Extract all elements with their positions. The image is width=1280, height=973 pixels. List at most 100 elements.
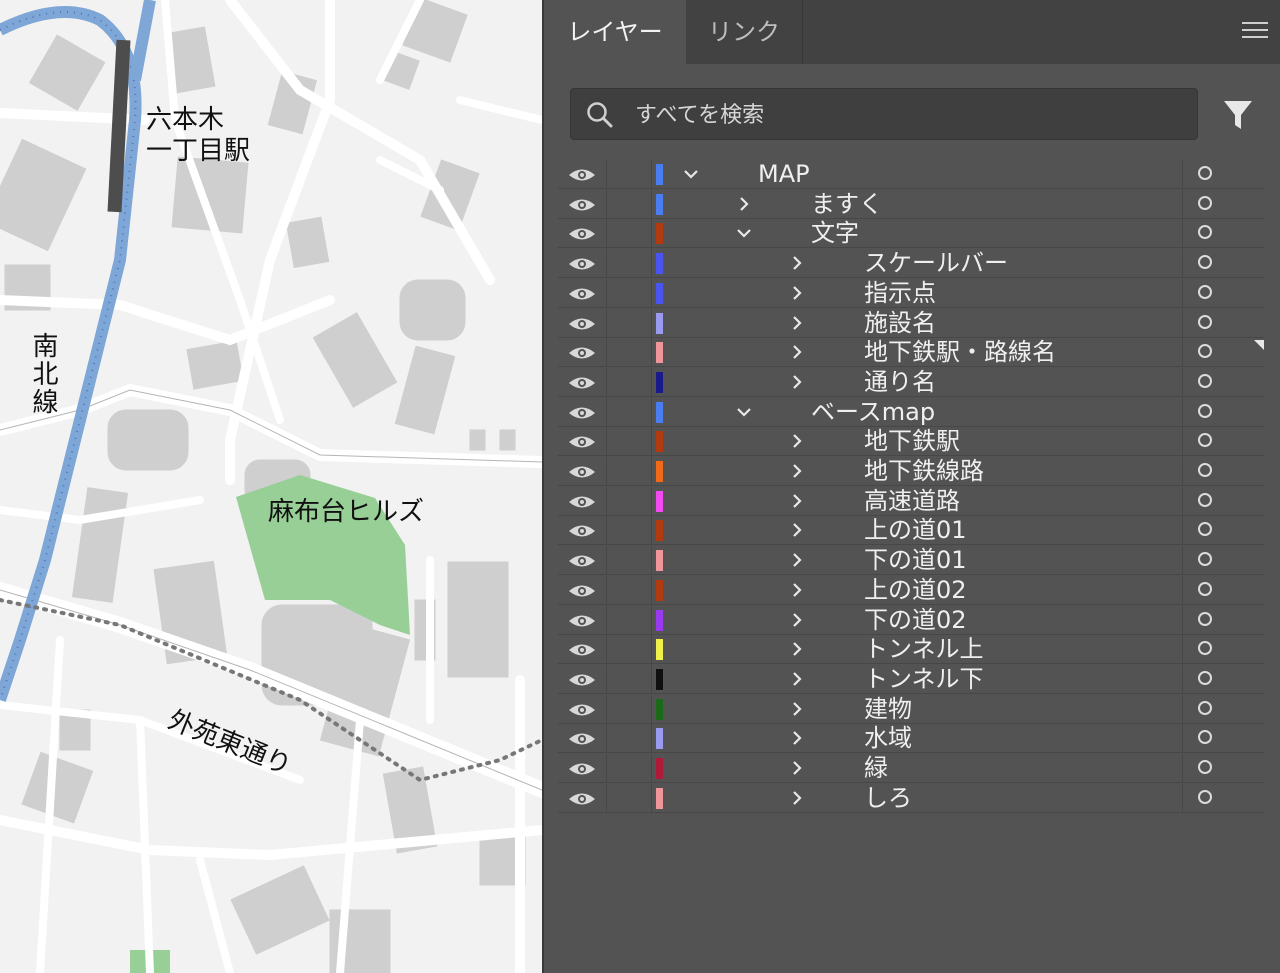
layer-row[interactable]: 上の道02 — [558, 575, 1264, 605]
target-circle-icon[interactable] — [1198, 463, 1212, 477]
layer-name[interactable]: 水域 — [864, 724, 912, 752]
eye-icon[interactable] — [568, 523, 596, 539]
target-cell[interactable] — [1182, 724, 1263, 753]
layer-row[interactable]: 指示点 — [558, 278, 1264, 308]
layer-name[interactable]: 下の道02 — [864, 606, 967, 634]
layer-row[interactable]: 高速道路 — [558, 486, 1264, 516]
target-cell[interactable] — [1182, 694, 1263, 723]
target-circle-icon[interactable] — [1198, 314, 1212, 329]
layer-name[interactable]: 指示点 — [864, 279, 936, 307]
layer-row[interactable]: ますく — [558, 189, 1264, 219]
chevron-right-icon[interactable] — [788, 373, 806, 391]
layer-name[interactable]: 上の道01 — [864, 516, 967, 544]
lock-cell[interactable] — [607, 664, 652, 693]
visibility-cell[interactable] — [558, 338, 607, 367]
lock-cell[interactable] — [607, 486, 652, 515]
target-circle-icon[interactable] — [1198, 700, 1212, 715]
layer-row[interactable]: 緑 — [558, 754, 1264, 783]
target-circle-icon[interactable] — [1198, 789, 1212, 804]
lock-cell[interactable] — [607, 278, 652, 307]
lock-cell[interactable] — [607, 694, 652, 723]
layer-row[interactable]: 下の道01 — [558, 546, 1264, 576]
target-circle-icon[interactable] — [1198, 552, 1212, 567]
chevron-right-icon[interactable] — [788, 432, 806, 450]
visibility-cell[interactable] — [558, 754, 607, 782]
layer-row[interactable]: 施設名 — [558, 308, 1264, 338]
layer-row[interactable]: しろ — [558, 783, 1264, 813]
layer-name[interactable]: 地下鉄駅 — [864, 427, 960, 455]
target-circle-icon[interactable] — [1198, 492, 1212, 507]
lock-cell[interactable] — [607, 219, 652, 248]
layer-row[interactable]: 文字 — [558, 219, 1264, 249]
layer-row[interactable]: 地下鉄駅 — [558, 427, 1264, 457]
target-circle-icon[interactable] — [1198, 670, 1212, 685]
target-circle-icon[interactable] — [1198, 611, 1212, 626]
lock-cell[interactable] — [607, 457, 652, 485]
target-cell[interactable] — [1182, 160, 1263, 188]
chevron-down-icon[interactable] — [682, 165, 700, 183]
lock-cell[interactable] — [607, 189, 652, 218]
target-cell[interactable] — [1182, 754, 1263, 782]
eye-icon[interactable] — [568, 167, 596, 183]
layer-name[interactable]: ベースmap — [811, 398, 935, 426]
eye-icon[interactable] — [568, 464, 596, 480]
target-circle-icon[interactable] — [1198, 373, 1212, 388]
visibility-cell[interactable] — [558, 664, 607, 693]
chevron-right-icon[interactable] — [788, 492, 806, 510]
layer-row[interactable]: 上の道01 — [558, 516, 1264, 546]
lock-cell[interactable] — [607, 516, 652, 545]
target-cell[interactable] — [1182, 278, 1263, 307]
target-cell[interactable] — [1182, 308, 1263, 337]
visibility-cell[interactable] — [558, 486, 607, 515]
eye-icon[interactable] — [568, 761, 596, 777]
visibility-cell[interactable] — [558, 635, 607, 664]
eye-icon[interactable] — [568, 642, 596, 658]
search-box[interactable] — [570, 88, 1198, 141]
chevron-right-icon[interactable] — [735, 195, 753, 213]
target-circle-icon[interactable] — [1198, 255, 1212, 270]
eye-icon[interactable] — [568, 345, 596, 361]
lock-cell[interactable] — [607, 783, 652, 812]
layer-name[interactable]: 建物 — [864, 695, 912, 723]
lock-cell[interactable] — [607, 367, 652, 396]
lock-cell[interactable] — [607, 397, 652, 426]
layer-name[interactable]: 通り名 — [864, 368, 936, 396]
chevron-right-icon[interactable] — [788, 581, 806, 599]
layer-name[interactable]: MAP — [758, 160, 810, 188]
layer-name[interactable]: 高速道路 — [864, 487, 960, 515]
layer-name[interactable]: トンネル上 — [864, 635, 984, 663]
layer-name[interactable]: トンネル下 — [864, 665, 984, 693]
chevron-right-icon[interactable] — [788, 254, 806, 272]
target-cell[interactable] — [1182, 516, 1263, 545]
chevron-right-icon[interactable] — [788, 521, 806, 539]
target-cell[interactable] — [1182, 664, 1263, 693]
eye-icon[interactable] — [568, 197, 596, 213]
layer-name[interactable]: スケールバー — [864, 249, 1008, 277]
target-cell[interactable] — [1182, 367, 1263, 396]
lock-cell[interactable] — [607, 635, 652, 664]
target-cell[interactable] — [1182, 635, 1263, 664]
layer-row[interactable]: 下の道02 — [558, 605, 1264, 635]
target-cell[interactable] — [1182, 397, 1263, 426]
chevron-right-icon[interactable] — [788, 611, 806, 629]
target-cell[interactable] — [1182, 486, 1263, 515]
target-cell[interactable] — [1182, 605, 1263, 634]
lock-cell[interactable] — [607, 546, 652, 575]
eye-icon[interactable] — [568, 583, 596, 599]
filter-icon[interactable] — [1222, 98, 1254, 132]
visibility-cell[interactable] — [558, 605, 607, 634]
eye-icon[interactable] — [568, 702, 596, 718]
chevron-right-icon[interactable] — [788, 551, 806, 569]
layer-row[interactable]: スケールバー — [558, 249, 1264, 279]
target-circle-icon[interactable] — [1198, 284, 1212, 299]
chevron-right-icon[interactable] — [788, 640, 806, 658]
hamburger-menu-icon[interactable] — [1242, 22, 1268, 42]
eye-icon[interactable] — [568, 434, 596, 450]
chevron-right-icon[interactable] — [788, 729, 806, 747]
visibility-cell[interactable] — [558, 516, 607, 545]
layer-row[interactable]: 通り名 — [558, 367, 1264, 397]
target-cell[interactable] — [1182, 189, 1263, 218]
lock-cell[interactable] — [607, 160, 652, 188]
visibility-cell[interactable] — [558, 783, 607, 812]
target-cell[interactable] — [1182, 219, 1263, 248]
